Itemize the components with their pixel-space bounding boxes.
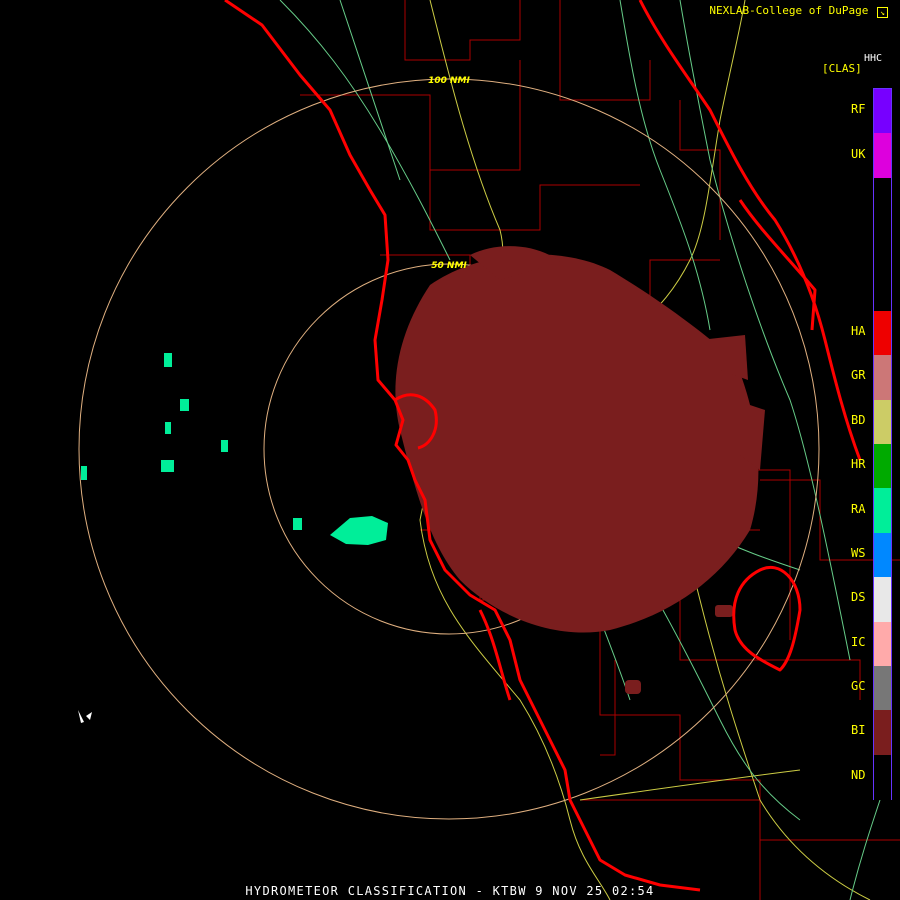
legend-label-bi: BI xyxy=(851,723,866,738)
legend-label-hr: HR xyxy=(851,457,866,472)
rain-echoes xyxy=(81,353,388,545)
legend-label-ra: RA xyxy=(851,501,866,516)
range-ring-label-50: 50 NMI xyxy=(431,261,467,271)
legend-swatch-gc xyxy=(874,665,891,711)
legend-label-ic: IC xyxy=(851,634,866,649)
credit-text: NEXLAB-College of DuPage xyxy=(709,4,869,17)
legend-swatch-hr xyxy=(874,444,891,489)
legend-swatch-gr xyxy=(874,355,891,401)
legend-label-gr: GR xyxy=(851,368,866,383)
range-ring-label-100: 100 NMI xyxy=(428,76,470,86)
legend-label-bd: BD xyxy=(851,412,866,427)
legend-swatch-ic xyxy=(874,621,891,667)
credit-line: NEXLAB-College of DuPage ↘ xyxy=(709,4,888,18)
product-bracket: [CLAS] xyxy=(822,62,862,75)
cursor-icon xyxy=(78,710,92,723)
legend-label-ha: HA xyxy=(851,324,866,339)
legend-swatch-nd xyxy=(874,754,891,800)
legend-swatch-ws xyxy=(874,532,891,578)
legend-swatch-blank-4 xyxy=(874,266,891,312)
legend-swatch-ha xyxy=(874,310,891,356)
legend-swatch-blank-2 xyxy=(874,177,891,223)
product-title: HYDROMETEOR CLASSIFICATION - KTBW 9 NOV … xyxy=(245,884,655,898)
legend-color-bar xyxy=(873,88,892,800)
biological-echo-field xyxy=(395,246,765,694)
legend-swatch-bi xyxy=(874,710,891,756)
legend-label-gc: GC xyxy=(851,679,866,694)
legend-label-ws: WS xyxy=(851,545,866,560)
radar-map[interactable]: 50 NMI 100 NMI xyxy=(0,0,900,900)
product-code: HHC xyxy=(864,53,883,64)
legend-swatch-ds xyxy=(874,577,891,622)
legend-swatch-uk xyxy=(874,133,891,179)
legend-swatch-ra xyxy=(874,488,891,534)
legend-swatch-rf xyxy=(874,89,891,134)
legend-label-nd: ND xyxy=(851,767,866,782)
legend-label-ds: DS xyxy=(851,590,866,605)
legend-label-rf: RF xyxy=(851,102,866,117)
box-arrow-icon[interactable]: ↘ xyxy=(877,7,888,18)
legend-label-uk: UK xyxy=(851,146,866,161)
legend-swatch-bd xyxy=(874,399,891,445)
legend-swatch-blank-3 xyxy=(874,222,891,267)
